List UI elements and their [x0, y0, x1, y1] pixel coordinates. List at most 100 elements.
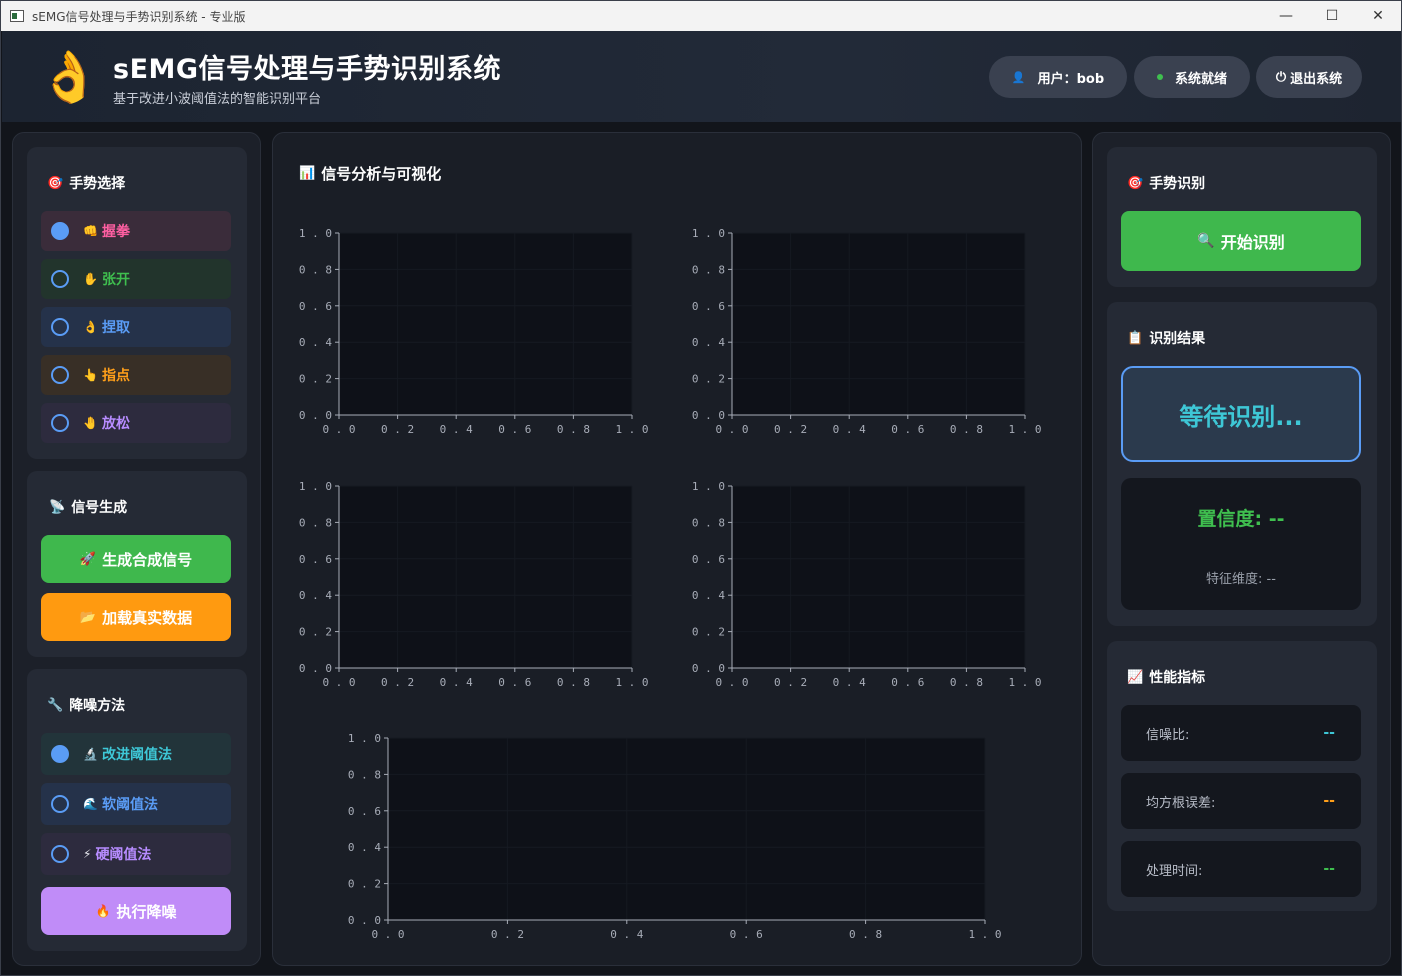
rocket-icon: 🚀	[79, 551, 97, 567]
gesture-option[interactable]: 👆 指点	[41, 355, 231, 395]
x-tick-label: 1 . 0	[1008, 423, 1041, 436]
signal-plot: 0 . 00 . 0 0 . 2 0 . 2 0 . 4 0 . 4 0 . 6 0 . 6…	[348, 732, 1002, 941]
y-tick-label: 0 . 2	[692, 626, 725, 639]
y-tick-label: 0 . 4	[692, 336, 725, 349]
app-title: sEMG信号处理与手势识别系统	[113, 54, 502, 85]
x-tick-label: 1 . 0	[968, 928, 1001, 941]
denoise-option[interactable]: 🌊 软阈值法	[41, 783, 231, 825]
gesture-select-card: 🎯 手势选择 👊 握拳 ✋ 张开 👌 捏取 👆 指点 🤚 放松	[27, 147, 247, 459]
y-tick-label: 0 . 6	[692, 553, 725, 566]
metric-label: 处理时间:	[1146, 863, 1203, 879]
power-icon: ⏻	[1275, 69, 1287, 85]
performance-title: 📈 性能指标	[1127, 667, 1205, 687]
denoise-label: 降噪方法	[69, 698, 126, 714]
status-badge: 系统就绪	[1134, 56, 1250, 98]
radio-button[interactable]	[51, 414, 69, 432]
app-window: sEMG信号处理与手势识别系统 - 专业版 — ☐ ✕ 👌 sEMG信号处理与手…	[0, 0, 1402, 976]
y-tick-label: 0 . 8	[299, 516, 332, 529]
denoise-title: 🔧 降噪方法	[47, 695, 125, 715]
denoise-option-label: 改进阈值法	[101, 747, 172, 763]
wrench-icon: 🔧	[47, 697, 64, 713]
app-subtitle: 基于改进小波阈值法的智能识别平台	[113, 92, 322, 107]
radio-button[interactable]	[51, 366, 69, 384]
y-tick-label: 1 . 0	[692, 480, 725, 493]
denoise-option[interactable]: 🔬 改进阈值法	[41, 733, 231, 775]
result-status-box: 等待识别...	[1121, 366, 1361, 462]
feature-dimension: 特征维度: --	[1206, 572, 1276, 587]
x-tick-label: 0 . 2	[381, 676, 414, 689]
signal-plot: 0 . 00 . 0 0 . 2 0 . 2 0 . 4 0 . 4 0 . 6 0 . 6…	[299, 227, 649, 436]
recognition-card: 🎯 手势识别 🔍 开始识别	[1107, 147, 1377, 287]
gesture-option[interactable]: ✋ 张开	[41, 259, 231, 299]
close-button[interactable]: ✕	[1355, 1, 1401, 31]
plot-area	[339, 233, 632, 415]
radio-button[interactable]	[51, 318, 69, 336]
y-tick-label: 0 . 0	[299, 662, 332, 675]
plots-panel: 📊 信号分析与可视化 0 . 00 . 00 . 20 . 20 . 40 . …	[272, 132, 1082, 966]
x-tick-label: 1 . 0	[615, 423, 648, 436]
x-tick-label: 0 . 0	[322, 676, 355, 689]
metric-label: 信噪比:	[1146, 727, 1190, 743]
start-recognition-button[interactable]: 🔍 开始识别	[1121, 211, 1361, 271]
magnifier-icon: 🔍	[1197, 233, 1215, 249]
x-tick-label: 0 . 6	[891, 423, 924, 436]
signal-gen-card: 📡 信号生成 🚀 生成合成信号 📂 加载真实数据	[27, 471, 247, 657]
gesture-icon: 🤚	[83, 416, 98, 430]
x-tick-label: 0 . 6	[891, 676, 924, 689]
radio-button[interactable]	[51, 795, 69, 813]
y-tick-label: 0 . 0	[692, 409, 725, 422]
x-tick-label: 0 . 6	[730, 928, 763, 941]
load-data-button[interactable]: 📂 加载真实数据	[41, 593, 231, 641]
y-tick-label: 1 . 0	[692, 227, 725, 240]
result-title: 📋 识别结果	[1127, 328, 1205, 348]
x-tick-label: 0 . 0	[715, 676, 748, 689]
radio-button[interactable]	[51, 222, 69, 240]
plot-area	[339, 486, 632, 668]
denoise-option-label: 硬阈值法	[95, 847, 152, 863]
radio-button[interactable]	[51, 845, 69, 863]
x-tick-label: 0 . 8	[849, 928, 882, 941]
result-card: 📋 识别结果 等待识别... 置信度: -- 特征维度: --	[1107, 302, 1377, 626]
run-denoise-button[interactable]: 🔥 执行降噪	[41, 887, 231, 935]
gesture-option[interactable]: 👊 握拳	[41, 211, 231, 251]
generate-signal-button[interactable]: 🚀 生成合成信号	[41, 535, 231, 583]
confidence-value: 置信度: --	[1197, 508, 1285, 530]
metric-value: --	[1323, 861, 1335, 877]
denoise-option[interactable]: ⚡ 硬阈值法	[41, 833, 231, 875]
signal-gen-title: 📡 信号生成	[49, 497, 127, 517]
logout-label: 退出系统	[1290, 71, 1343, 87]
y-tick-label: 1 . 0	[348, 732, 381, 745]
app-window-icon	[10, 10, 24, 22]
y-tick-label: 0 . 2	[348, 878, 381, 891]
denoise-option-label: 软阈值法	[101, 797, 158, 813]
denoise-card: 🔧 降噪方法 🔬 改进阈值法 🌊 软阈值法 ⚡ 硬阈值法 🔥 执行降噪	[27, 669, 247, 951]
y-tick-label: 0 . 4	[299, 589, 332, 602]
metric-row: 处理时间: --	[1121, 841, 1361, 897]
signal-plot: 0 . 00 . 0 0 . 2 0 . 2 0 . 4 0 . 4 0 . 6 0 . 6…	[299, 480, 649, 689]
x-tick-label: 0 . 0	[715, 423, 748, 436]
x-tick-label: 0 . 0	[371, 928, 404, 941]
gesture-option[interactable]: 👌 捏取	[41, 307, 231, 347]
gesture-icon: 👊	[83, 224, 98, 238]
metric-label: 均方根误差:	[1146, 795, 1216, 811]
logout-button[interactable]: ⏻ 退出系统	[1256, 56, 1362, 98]
y-tick-label: 0 . 8	[348, 768, 381, 781]
x-tick-label: 0 . 2	[491, 928, 524, 941]
metric-row: 信噪比: --	[1121, 705, 1361, 761]
minimize-button[interactable]: —	[1263, 1, 1309, 31]
x-tick-label: 0 . 4	[833, 676, 866, 689]
confidence-box: 置信度: -- 特征维度: --	[1121, 478, 1361, 610]
method-icon: 🌊	[83, 797, 98, 811]
method-icon: 🔬	[83, 747, 98, 761]
left-panel: 🎯 手势选择 👊 握拳 ✋ 张开 👌 捏取 👆 指点 🤚 放松 📡 信号生成 🚀 生成合成信号 📂…	[12, 132, 261, 966]
maximize-button[interactable]: ☐	[1309, 1, 1355, 31]
gesture-icon: 👆	[83, 368, 98, 382]
x-tick-label: 0 . 6	[498, 676, 531, 689]
window-title: sEMG信号处理与手势识别系统 - 专业版	[32, 9, 246, 24]
gesture-option[interactable]: 🤚 放松	[41, 403, 231, 443]
signal-gen-label: 信号生成	[71, 500, 128, 516]
radio-button[interactable]	[51, 270, 69, 288]
x-tick-label: 1 . 0	[615, 676, 648, 689]
radio-button[interactable]	[51, 745, 69, 763]
ok-hand-logo-icon: 👌	[38, 48, 101, 106]
